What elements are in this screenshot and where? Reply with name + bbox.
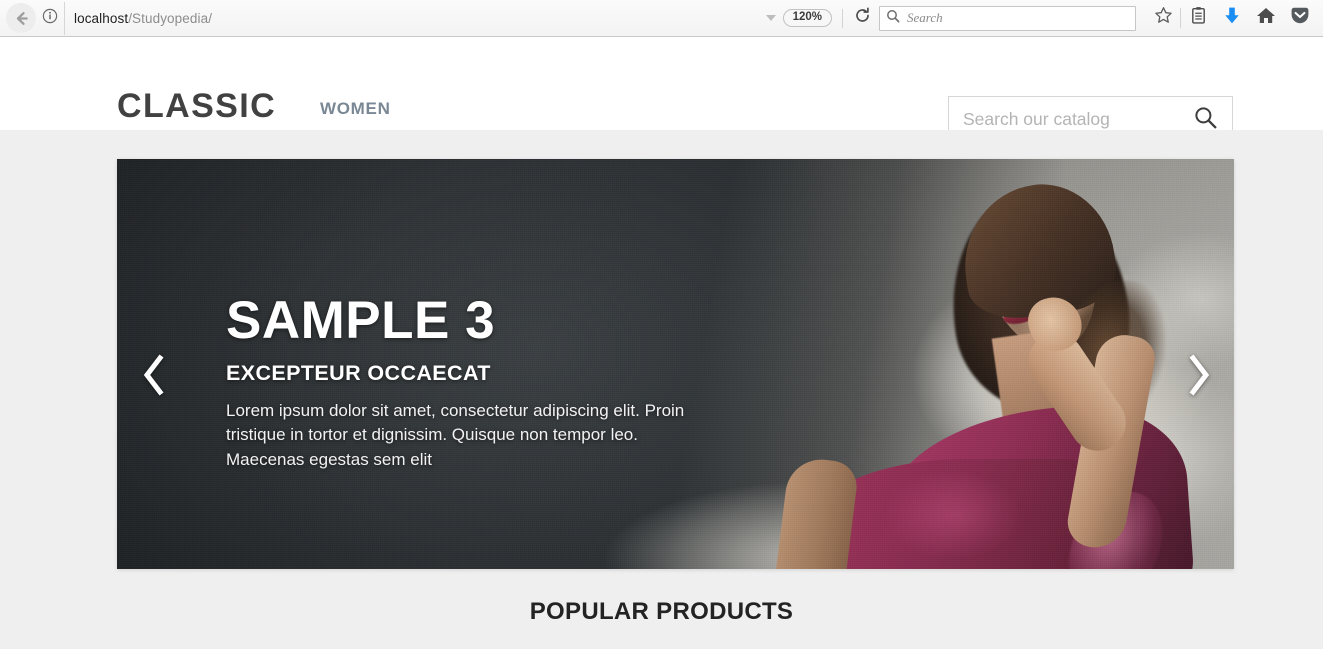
identity-box[interactable]: [38, 8, 64, 29]
url-host: localhost: [74, 10, 129, 26]
catalog-search-input[interactable]: Search our catalog: [963, 109, 1193, 130]
popular-products-heading: POPULAR PRODUCTS: [529, 598, 794, 625]
carousel-prev-button[interactable]: [141, 354, 167, 396]
slide-caption: SAMPLE 3 EXCEPTEUR OCCAECAT Lorem ipsum …: [226, 294, 686, 472]
library-button[interactable]: [1181, 3, 1215, 33]
browser-search-box[interactable]: Search: [879, 5, 1136, 31]
bookmark-star-icon: [1154, 6, 1173, 30]
browser-toolbar: localhost/Studyopedia/ 120% Search: [0, 0, 1323, 37]
carousel-next-button[interactable]: [1186, 354, 1212, 396]
search-icon: [886, 9, 900, 28]
home-icon: [1256, 6, 1276, 30]
back-button[interactable]: [6, 3, 36, 33]
downloads-button[interactable]: [1215, 3, 1249, 33]
hero-carousel[interactable]: SAMPLE 3 EXCEPTEUR OCCAECAT Lorem ipsum …: [117, 159, 1234, 569]
slide-body: Lorem ipsum dolor sit amet, consectetur …: [226, 401, 685, 469]
library-icon: [1189, 6, 1208, 30]
site-header: CLASSIC WOMEN Search our catalog: [0, 37, 1323, 143]
main-navigation: WOMEN: [320, 99, 391, 119]
home-button[interactable]: [1249, 3, 1283, 33]
bookmark-button[interactable]: [1146, 3, 1180, 33]
brand-logo[interactable]: CLASSIC: [117, 89, 276, 123]
page-body: SAMPLE 3 EXCEPTEUR OCCAECAT Lorem ipsum …: [0, 130, 1323, 649]
reload-button[interactable]: [849, 5, 875, 31]
browser-toolbar-icons: [1146, 3, 1317, 33]
chevron-left-icon: [141, 354, 167, 396]
back-arrow-icon: [13, 10, 30, 27]
url-path: /Studyopedia/: [128, 10, 213, 26]
nav-item-women[interactable]: WOMEN: [320, 99, 391, 118]
browser-search-placeholder: Search: [907, 10, 943, 25]
info-circle-icon: [42, 8, 58, 29]
toolbar-divider: [842, 8, 843, 28]
slide-subtitle: EXCEPTEUR OCCAECAT: [226, 361, 491, 385]
slide-title: SAMPLE 3: [226, 291, 496, 350]
chevron-right-icon: [1186, 354, 1212, 396]
url-text: localhost/Studyopedia/: [74, 11, 212, 26]
zoom-control[interactable]: 120%: [765, 8, 836, 28]
downloads-icon: [1223, 6, 1241, 30]
reload-icon: [854, 7, 871, 29]
zoom-level-badge[interactable]: 120%: [782, 8, 832, 28]
pocket-icon: [1290, 6, 1310, 30]
url-bar[interactable]: localhost/Studyopedia/: [64, 1, 766, 35]
chevron-down-icon[interactable]: [765, 15, 776, 21]
pocket-button[interactable]: [1283, 3, 1317, 33]
